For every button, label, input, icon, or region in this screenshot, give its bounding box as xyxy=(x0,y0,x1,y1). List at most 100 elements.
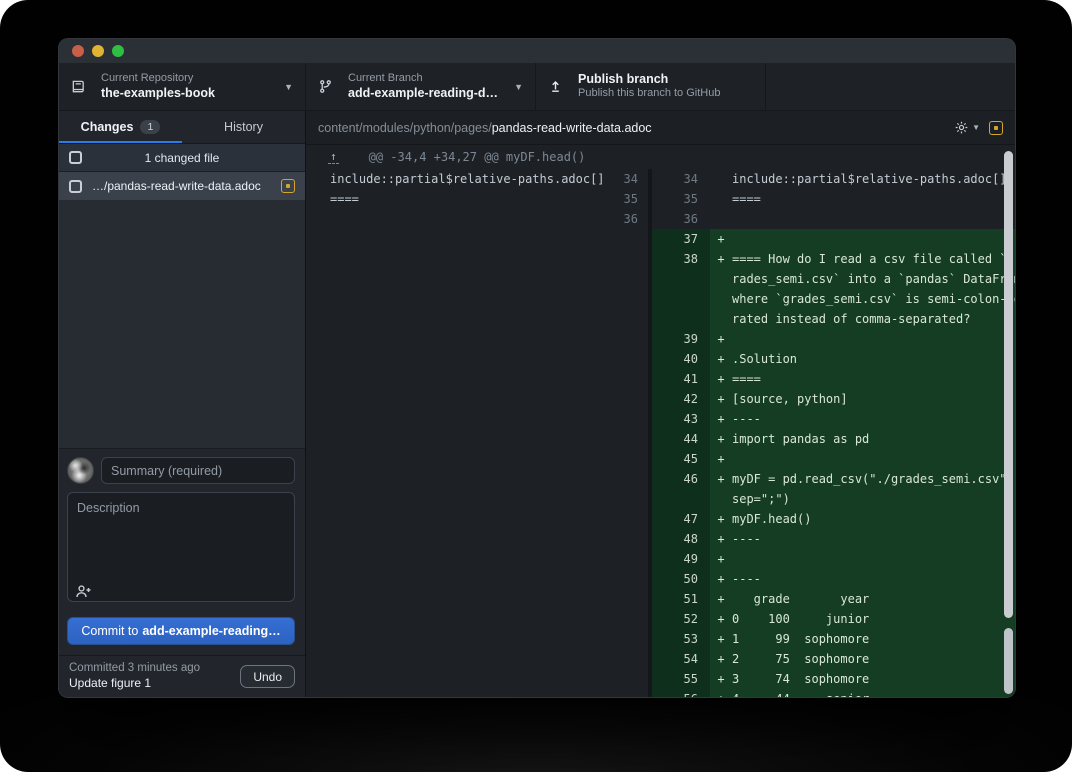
diff-new-linenum[interactable]: 48 xyxy=(652,529,710,549)
diff-old-linenum[interactable] xyxy=(606,549,652,569)
diff-new-linenum[interactable]: 35 xyxy=(652,189,710,209)
diff-old-linenum[interactable] xyxy=(606,249,652,269)
diff-old-linenum[interactable] xyxy=(606,629,652,649)
diff-new-linenum[interactable]: 56 xyxy=(652,689,710,697)
diff-new-linenum[interactable]: 44 xyxy=(652,429,710,449)
avatar xyxy=(67,457,94,484)
file-path-header: content/modules/python/pages/pandas-read… xyxy=(306,111,1015,145)
diff-marker: + xyxy=(710,369,732,389)
diff-marker: + xyxy=(710,249,732,269)
chevron-down-icon: ▼ xyxy=(972,123,980,132)
diff-old-linenum[interactable] xyxy=(606,669,652,689)
diff-new-linenum[interactable]: 37 xyxy=(652,229,710,249)
diff-new-linenum[interactable] xyxy=(652,489,710,509)
diff-new-linenum[interactable]: 55 xyxy=(652,669,710,689)
diff-new-linenum[interactable]: 40 xyxy=(652,349,710,369)
diff-old-content xyxy=(306,629,606,649)
diff-new-linenum[interactable]: 34 xyxy=(652,169,710,189)
diff-new-linenum[interactable]: 36 xyxy=(652,209,710,229)
file-row[interactable]: …/pandas-read-write-data.adoc xyxy=(59,172,305,200)
diff-old-linenum[interactable] xyxy=(606,509,652,529)
diff-new-content: myDF.head() xyxy=(732,509,1015,529)
diff-marker: + xyxy=(710,469,732,489)
description-textarea[interactable] xyxy=(67,492,295,602)
zoom-window-button[interactable] xyxy=(112,45,124,57)
modified-status-icon xyxy=(989,121,1003,135)
diff-old-linenum[interactable] xyxy=(606,589,652,609)
current-branch-value: add-example-reading-d… xyxy=(348,86,498,102)
diff-new-linenum[interactable] xyxy=(652,289,710,309)
diff-new-linenum[interactable]: 41 xyxy=(652,369,710,389)
diff-new-linenum[interactable]: 47 xyxy=(652,509,710,529)
diff-old-linenum[interactable] xyxy=(606,489,652,509)
diff-old-linenum[interactable] xyxy=(606,269,652,289)
diff-old-linenum[interactable] xyxy=(606,349,652,369)
diff-new-linenum[interactable]: 54 xyxy=(652,649,710,669)
close-window-button[interactable] xyxy=(72,45,84,57)
diff-old-linenum[interactable] xyxy=(606,329,652,349)
diff-old-linenum[interactable] xyxy=(606,369,652,389)
diff-new-linenum[interactable]: 39 xyxy=(652,329,710,349)
diff-new-linenum[interactable]: 51 xyxy=(652,589,710,609)
diff-scrollbar-thumb-lower[interactable] xyxy=(1004,628,1013,694)
diff-old-linenum[interactable]: 34 xyxy=(606,169,652,189)
diff-new-content: 1 99 sophomore xyxy=(732,629,1015,649)
summary-input[interactable] xyxy=(101,457,295,484)
diff-marker: + xyxy=(710,609,732,629)
tab-history[interactable]: History xyxy=(182,111,305,143)
minimize-window-button[interactable] xyxy=(92,45,104,57)
diff-old-linenum[interactable] xyxy=(606,289,652,309)
diff-old-linenum[interactable] xyxy=(606,609,652,629)
chevron-down-icon: ▼ xyxy=(270,82,293,92)
diff-marker xyxy=(710,289,732,309)
github-desktop-window: Current Repository the-examples-book ▼ C… xyxy=(58,38,1016,698)
file-checkbox[interactable] xyxy=(69,180,82,193)
diff-new-content xyxy=(732,209,1015,229)
diff-old-linenum[interactable]: 36 xyxy=(606,209,652,229)
diff-old-linenum[interactable] xyxy=(606,229,652,249)
diff-marker xyxy=(710,169,732,189)
tab-changes[interactable]: Changes 1 xyxy=(59,111,182,143)
diff-old-linenum[interactable] xyxy=(606,409,652,429)
diff-options-button[interactable]: ▼ xyxy=(954,120,980,135)
diff-new-linenum[interactable]: 49 xyxy=(652,549,710,569)
undo-button[interactable]: Undo xyxy=(240,665,295,688)
diff-new-linenum[interactable] xyxy=(652,269,710,289)
diff-new-linenum[interactable]: 45 xyxy=(652,449,710,469)
diff-old-content xyxy=(306,469,606,489)
diff-old-linenum[interactable] xyxy=(606,529,652,549)
diff-old-linenum[interactable] xyxy=(606,449,652,469)
diff-old-content xyxy=(306,569,606,589)
diff-new-linenum[interactable]: 53 xyxy=(652,629,710,649)
diff-old-linenum[interactable] xyxy=(606,469,652,489)
diff-old-linenum[interactable] xyxy=(606,389,652,409)
diff-marker: + xyxy=(710,689,732,697)
diff-new-linenum[interactable] xyxy=(652,309,710,329)
diff-new-linenum[interactable]: 46 xyxy=(652,469,710,489)
diff-marker: + xyxy=(710,429,732,449)
changed-files-header: 1 changed file xyxy=(59,144,305,172)
diff-old-content xyxy=(306,409,606,429)
commit-button[interactable]: Commit to add-example-reading… xyxy=(67,617,295,645)
expand-hunk-icon[interactable]: ↑ xyxy=(328,151,339,164)
diff-marker: + xyxy=(710,509,732,529)
diff-new-linenum[interactable]: 42 xyxy=(652,389,710,409)
diff-old-linenum[interactable] xyxy=(606,689,652,697)
diff-new-linenum[interactable]: 38 xyxy=(652,249,710,269)
diff-old-linenum[interactable]: 35 xyxy=(606,189,652,209)
diff-new-linenum[interactable]: 50 xyxy=(652,569,710,589)
diff-old-linenum[interactable] xyxy=(606,649,652,669)
diff-old-linenum[interactable] xyxy=(606,429,652,449)
diff-scrollbar-thumb[interactable] xyxy=(1004,151,1013,618)
diff-old-content xyxy=(306,309,606,329)
current-repository-selector[interactable]: Current Repository the-examples-book ▼ xyxy=(59,63,306,110)
publish-branch-button[interactable]: Publish branch Publish this branch to Gi… xyxy=(536,63,766,110)
add-coauthor-icon[interactable] xyxy=(75,582,95,600)
current-branch-selector[interactable]: Current Branch add-example-reading-d… ▼ xyxy=(306,63,536,110)
diff-new-linenum[interactable]: 43 xyxy=(652,409,710,429)
diff-marker xyxy=(710,209,732,229)
diff-old-content xyxy=(306,609,606,629)
diff-old-linenum[interactable] xyxy=(606,569,652,589)
diff-old-linenum[interactable] xyxy=(606,309,652,329)
diff-new-linenum[interactable]: 52 xyxy=(652,609,710,629)
